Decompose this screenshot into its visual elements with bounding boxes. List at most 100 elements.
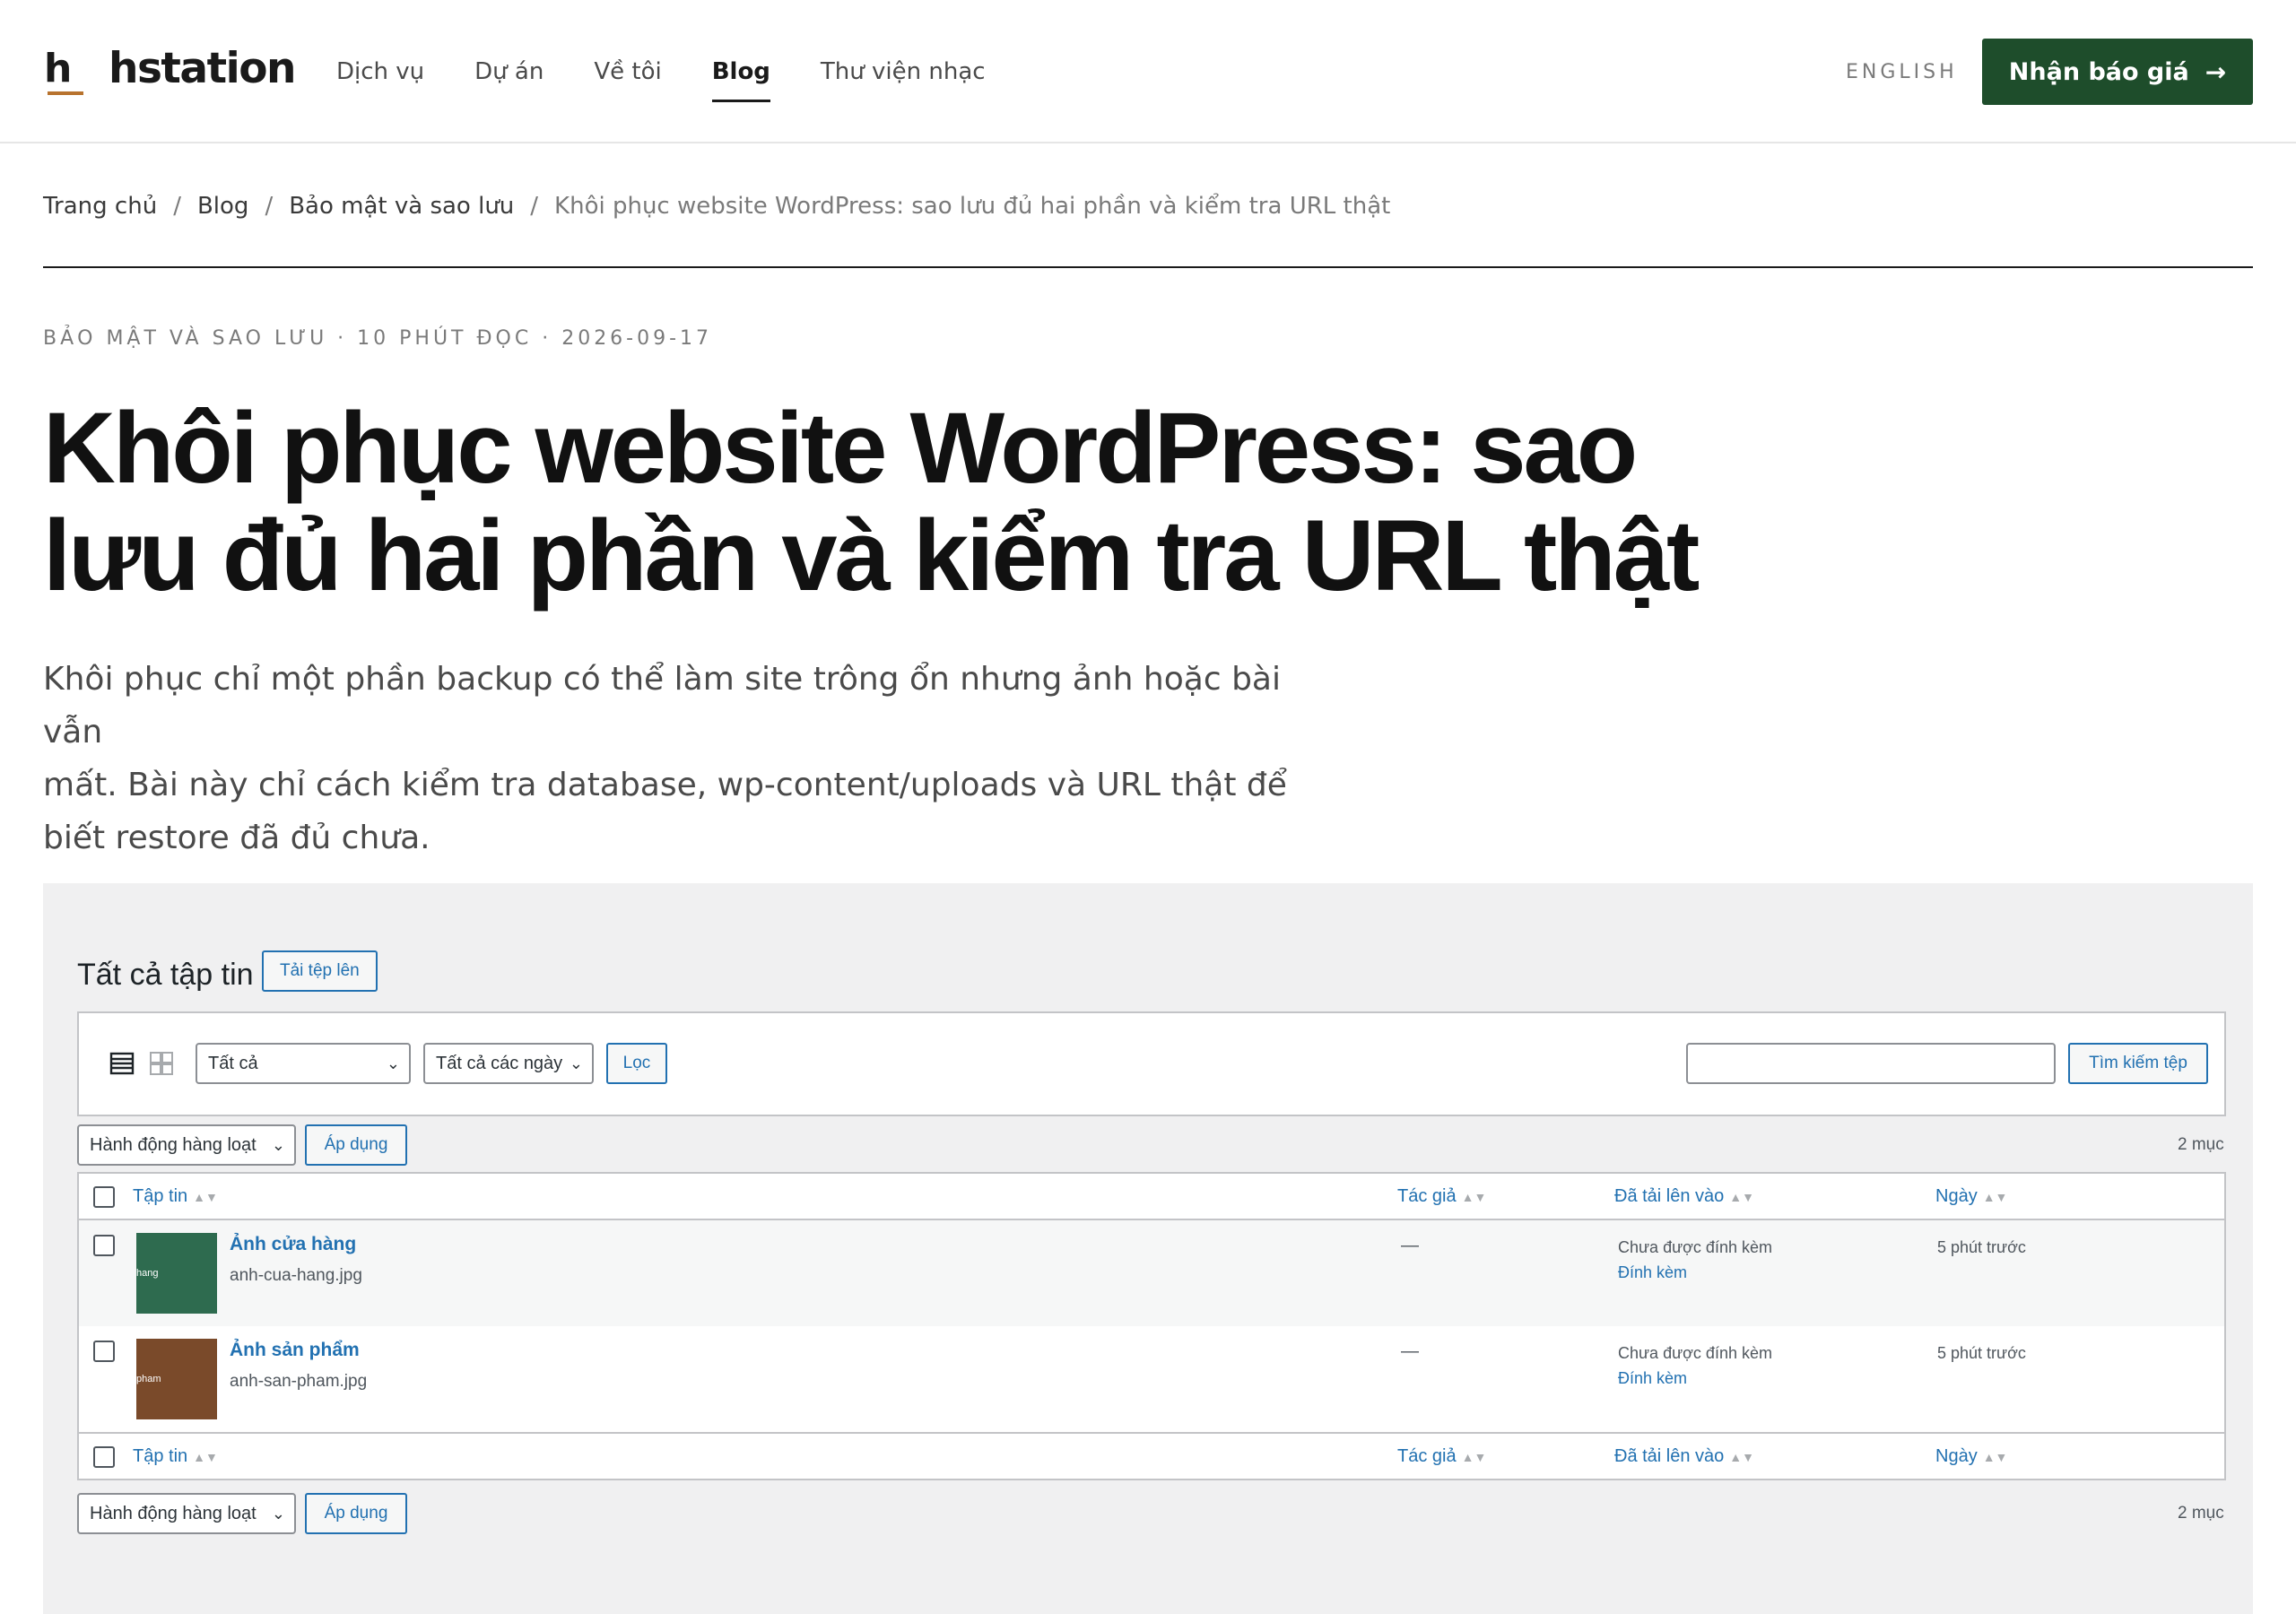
filter-button[interactable]: Lọc <box>606 1043 667 1084</box>
logo-text: hstation <box>109 44 296 93</box>
breadcrumb: Trang chủ / Blog / Bảo mật và sao lưu / … <box>43 188 1390 224</box>
column-author-label: Tác giả <box>1397 1446 1457 1466</box>
nav-item-about[interactable]: Về tôi <box>594 52 661 91</box>
sort-icon: ▲▼ <box>1729 1190 1755 1204</box>
file-name: anh-san-pham.jpg <box>230 1372 368 1391</box>
attach-link[interactable]: Đính kèm <box>1618 1366 1687 1391</box>
table-row: hang Ảnh cửa hàng anh-cua-hang.jpg — Chư… <box>79 1220 2224 1326</box>
site-header: h hstation Dịch vụ Dự án Về tôi Blog Thư… <box>0 0 2296 143</box>
bulk-action-value: Hành động hàng loạt <box>90 1504 257 1523</box>
article-lede: Khôi phục chỉ một phần backup có thể làm… <box>43 653 1344 864</box>
list-view-icon[interactable] <box>109 1051 135 1076</box>
breadcrumb-blog[interactable]: Blog <box>197 188 248 224</box>
attachment-status: Chưa được đính kèm <box>1618 1344 1772 1362</box>
search-files-button[interactable]: Tìm kiếm tệp <box>2068 1043 2208 1084</box>
thumbnail-label: pham <box>136 1374 161 1384</box>
row-checkbox[interactable] <box>93 1341 115 1362</box>
media-toolbar: Tất cả ⌄ Tất cả các ngày ⌄ Lọc Tìm kiếm … <box>77 1011 2226 1116</box>
column-file[interactable]: Tập tin ▲▼ <box>133 1174 218 1219</box>
nav-item-services[interactable]: Dịch vụ <box>336 52 424 91</box>
upload-file-button[interactable]: Tải tệp lên <box>262 950 378 992</box>
item-count-bottom: 2 mục <box>2178 1504 2224 1523</box>
article-meta: BẢO MẬT VÀ SAO LƯU · 10 PHÚT ĐỌC · 2026-… <box>43 327 713 350</box>
sort-icon: ▲▼ <box>1982 1190 2008 1204</box>
file-name: anh-cua-hang.jpg <box>230 1266 362 1285</box>
grid-view-icon[interactable] <box>149 1051 174 1076</box>
media-library-heading: Tất cả tập tin <box>77 958 254 992</box>
date-filter-value: Tất cả các ngày <box>436 1054 563 1073</box>
breadcrumb-separator: / <box>173 193 181 220</box>
column-uploaded-to-footer[interactable]: Đã tải lên vào ▲▼ <box>1614 1434 1754 1480</box>
column-file-label: Tập tin <box>133 1446 188 1466</box>
select-all-checkbox-bottom[interactable] <box>93 1446 115 1468</box>
thumbnail-image[interactable]: pham <box>136 1339 217 1419</box>
apply-button-top[interactable]: Áp dụng <box>305 1124 407 1166</box>
attachment-status: Chưa được đính kèm <box>1618 1238 1772 1256</box>
column-date-footer[interactable]: Ngày ▲▼ <box>1935 1434 2007 1480</box>
column-uploaded-to-label: Đã tải lên vào <box>1614 1446 1725 1466</box>
row-checkbox[interactable] <box>93 1235 115 1256</box>
apply-button-bottom[interactable]: Áp dụng <box>305 1493 407 1534</box>
chevron-down-icon: ⌄ <box>271 1505 285 1523</box>
column-uploaded-to-label: Đã tải lên vào <box>1614 1186 1725 1206</box>
lede-line-1: Khôi phục chỉ một phần backup có thể làm… <box>43 661 1281 751</box>
upload-date: 5 phút trước <box>1937 1238 2026 1256</box>
column-date[interactable]: Ngày ▲▼ <box>1935 1174 2007 1219</box>
table-footer: Tập tin ▲▼ Tác giả ▲▼ Đã tải lên vào ▲▼ Ngà… <box>79 1432 2224 1479</box>
column-author-footer[interactable]: Tác giả ▲▼ <box>1397 1434 1486 1480</box>
article-title-line-2: lưu đủ hai phần và kiểm tra URL thật <box>43 499 1700 612</box>
get-quote-button[interactable]: Nhận báo giá → <box>1982 39 2253 105</box>
column-author-label: Tác giả <box>1397 1186 1457 1206</box>
media-table: Tập tin ▲▼ Tác giả ▲▼ Đã tải lên vào ▲▼ Ngà… <box>77 1172 2226 1480</box>
chevron-down-icon: ⌄ <box>271 1136 285 1154</box>
get-quote-label: Nhận báo giá <box>2008 57 2189 86</box>
thumbnail-label: hang <box>136 1268 159 1279</box>
file-title-link[interactable]: Ảnh sản phẩm <box>230 1337 360 1364</box>
table-row: pham Ảnh sản phẩm anh-san-pham.jpg — Chư… <box>79 1326 2224 1432</box>
sort-icon: ▲▼ <box>1461 1190 1487 1204</box>
column-date-label: Ngày <box>1935 1186 1978 1206</box>
item-count-top: 2 mục <box>2178 1135 2224 1154</box>
lede-line-2: mất. Bài này chỉ cách kiểm tra database,… <box>43 767 1287 803</box>
chevron-down-icon: ⌄ <box>386 1054 400 1072</box>
breadcrumb-divider <box>43 266 2253 268</box>
breadcrumb-separator: / <box>530 193 539 220</box>
column-author[interactable]: Tác giả ▲▼ <box>1397 1174 1486 1219</box>
thumbnail-image[interactable]: hang <box>136 1233 217 1314</box>
sort-icon: ▲▼ <box>193 1450 218 1464</box>
select-all-checkbox[interactable] <box>93 1186 115 1208</box>
column-file-label: Tập tin <box>133 1186 188 1206</box>
article-title-line-1: Khôi phục website WordPress: sao <box>43 392 1638 504</box>
upload-date: 5 phút trước <box>1937 1344 2026 1362</box>
sort-icon: ▲▼ <box>1461 1450 1487 1464</box>
main-nav: Dịch vụ Dự án Về tôi Blog Thư viện nhạc <box>336 52 1036 102</box>
nav-item-projects[interactable]: Dự án <box>474 52 544 91</box>
table-header: Tập tin ▲▼ Tác giả ▲▼ Đã tải lên vào ▲▼ Ngà… <box>79 1174 2224 1220</box>
date-filter[interactable]: Tất cả các ngày ⌄ <box>423 1043 594 1084</box>
column-file-footer[interactable]: Tập tin ▲▼ <box>133 1434 218 1480</box>
chevron-down-icon: ⌄ <box>569 1054 583 1072</box>
site-logo[interactable]: h hstation <box>44 41 296 97</box>
attach-link[interactable]: Đính kèm <box>1618 1260 1687 1285</box>
file-title-link[interactable]: Ảnh cửa hàng <box>230 1231 356 1258</box>
breadcrumb-home[interactable]: Trang chủ <box>43 188 157 224</box>
bulk-action-select-top[interactable]: Hành động hàng loạt ⌄ <box>77 1124 296 1166</box>
nav-item-blog[interactable]: Blog <box>711 52 771 102</box>
author-value: — <box>1401 1341 1419 1361</box>
breadcrumb-category[interactable]: Bảo mật và sao lưu <box>289 188 514 224</box>
language-switch-link[interactable]: ENGLISH <box>1846 59 1958 86</box>
lede-line-3: biết restore đã đủ chưa. <box>43 820 430 856</box>
media-type-filter[interactable]: Tất cả ⌄ <box>196 1043 411 1084</box>
nav-item-music-library[interactable]: Thư viện nhạc <box>821 52 986 91</box>
sort-icon: ▲▼ <box>193 1190 218 1204</box>
author-value: — <box>1401 1236 1419 1255</box>
bulk-action-value: Hành động hàng loạt <box>90 1135 257 1155</box>
column-uploaded-to[interactable]: Đã tải lên vào ▲▼ <box>1614 1174 1754 1219</box>
logo-mark: h <box>44 41 83 97</box>
media-library-screenshot: Tất cả tập tin Tải tệp lên Tất cả ⌄ Tất … <box>43 883 2253 1614</box>
breadcrumb-current: Khôi phục website WordPress: sao lưu đủ … <box>554 193 1391 220</box>
arrow-right-icon: → <box>2205 56 2227 87</box>
bulk-action-select-bottom[interactable]: Hành động hàng loạt ⌄ <box>77 1493 296 1534</box>
sort-icon: ▲▼ <box>1729 1450 1755 1464</box>
media-search-input[interactable] <box>1686 1043 2056 1084</box>
